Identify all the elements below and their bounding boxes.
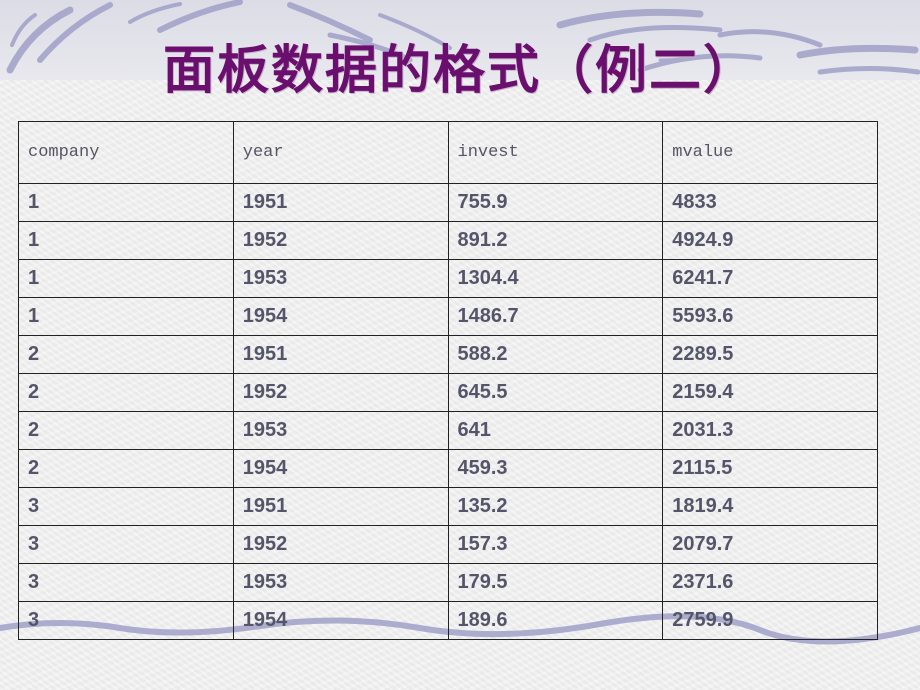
cell-invest: 891.2 [447, 221, 664, 260]
cell-invest: 189.6 [447, 601, 664, 640]
cell-invest: 157.3 [447, 525, 664, 564]
cell-company: 2 [18, 335, 234, 374]
cell-invest: 459.3 [447, 449, 664, 488]
table-header-row: company year invest mvalue [18, 121, 878, 184]
cell-invest: 588.2 [447, 335, 664, 374]
cell-company: 1 [18, 183, 234, 222]
cell-mvalue: 4924.9 [662, 221, 878, 260]
cell-company: 3 [18, 487, 234, 526]
cell-year: 1951 [232, 335, 449, 374]
table-row: 2 1954 459.3 2115.5 [18, 449, 878, 488]
cell-mvalue: 6241.7 [662, 259, 878, 298]
cell-year: 1953 [232, 411, 449, 450]
cell-mvalue: 5593.6 [662, 297, 878, 336]
cell-invest: 179.5 [447, 563, 664, 602]
cell-company: 1 [18, 297, 234, 336]
cell-company: 1 [18, 259, 234, 298]
cell-year: 1952 [232, 525, 449, 564]
table-row: 3 1951 135.2 1819.4 [18, 487, 878, 526]
cell-year: 1951 [232, 183, 449, 222]
slide-title: 面板数据的格式（例二） [162, 41, 757, 101]
table-row: 1 1954 1486.7 5593.6 [18, 297, 878, 336]
cell-company: 3 [18, 601, 234, 640]
cell-year: 1952 [232, 221, 449, 260]
table-row: 3 1953 179.5 2371.6 [18, 563, 878, 602]
cell-mvalue: 4833 [662, 183, 878, 222]
cell-year: 1954 [232, 297, 449, 336]
table-row: 3 1954 189.6 2759.9 [18, 601, 878, 640]
cell-mvalue: 2031.3 [662, 411, 878, 450]
cell-company: 1 [18, 221, 234, 260]
cell-year: 1953 [232, 563, 449, 602]
cell-year: 1952 [232, 373, 449, 412]
cell-mvalue: 2115.5 [662, 449, 878, 488]
cell-company: 2 [18, 449, 234, 488]
cell-mvalue: 2289.5 [662, 335, 878, 374]
cell-year: 1954 [232, 449, 449, 488]
cell-mvalue: 2371.6 [662, 563, 878, 602]
cell-invest: 645.5 [447, 373, 664, 412]
table-row: 2 1951 588.2 2289.5 [18, 335, 878, 374]
cell-invest: 1304.4 [447, 259, 664, 298]
cell-year: 1953 [232, 259, 449, 298]
cell-company: 3 [18, 563, 234, 602]
cell-company: 3 [18, 525, 234, 564]
column-header-year: year [232, 121, 449, 184]
column-header-invest: invest [447, 121, 664, 184]
table-row: 2 1953 641 2031.3 [18, 411, 878, 450]
cell-mvalue: 2079.7 [662, 525, 878, 564]
table-row: 3 1952 157.3 2079.7 [18, 525, 878, 564]
column-header-company: company [18, 121, 234, 184]
cell-mvalue: 2759.9 [662, 601, 878, 640]
table-row: 1 1951 755.9 4833 [18, 183, 878, 222]
cell-mvalue: 1819.4 [662, 487, 878, 526]
cell-invest: 135.2 [447, 487, 664, 526]
cell-company: 2 [18, 411, 234, 450]
panel-data-table: company year invest mvalue 1 1951 755.9 … [18, 121, 878, 640]
cell-year: 1954 [232, 601, 449, 640]
cell-invest: 1486.7 [447, 297, 664, 336]
table-row: 2 1952 645.5 2159.4 [18, 373, 878, 412]
cell-mvalue: 2159.4 [662, 373, 878, 412]
cell-invest: 755.9 [447, 183, 664, 222]
cell-year: 1951 [232, 487, 449, 526]
cell-invest: 641 [447, 411, 664, 450]
table-row: 1 1953 1304.4 6241.7 [18, 259, 878, 298]
table-row: 1 1952 891.2 4924.9 [18, 221, 878, 260]
cell-company: 2 [18, 373, 234, 412]
column-header-mvalue: mvalue [662, 121, 878, 184]
